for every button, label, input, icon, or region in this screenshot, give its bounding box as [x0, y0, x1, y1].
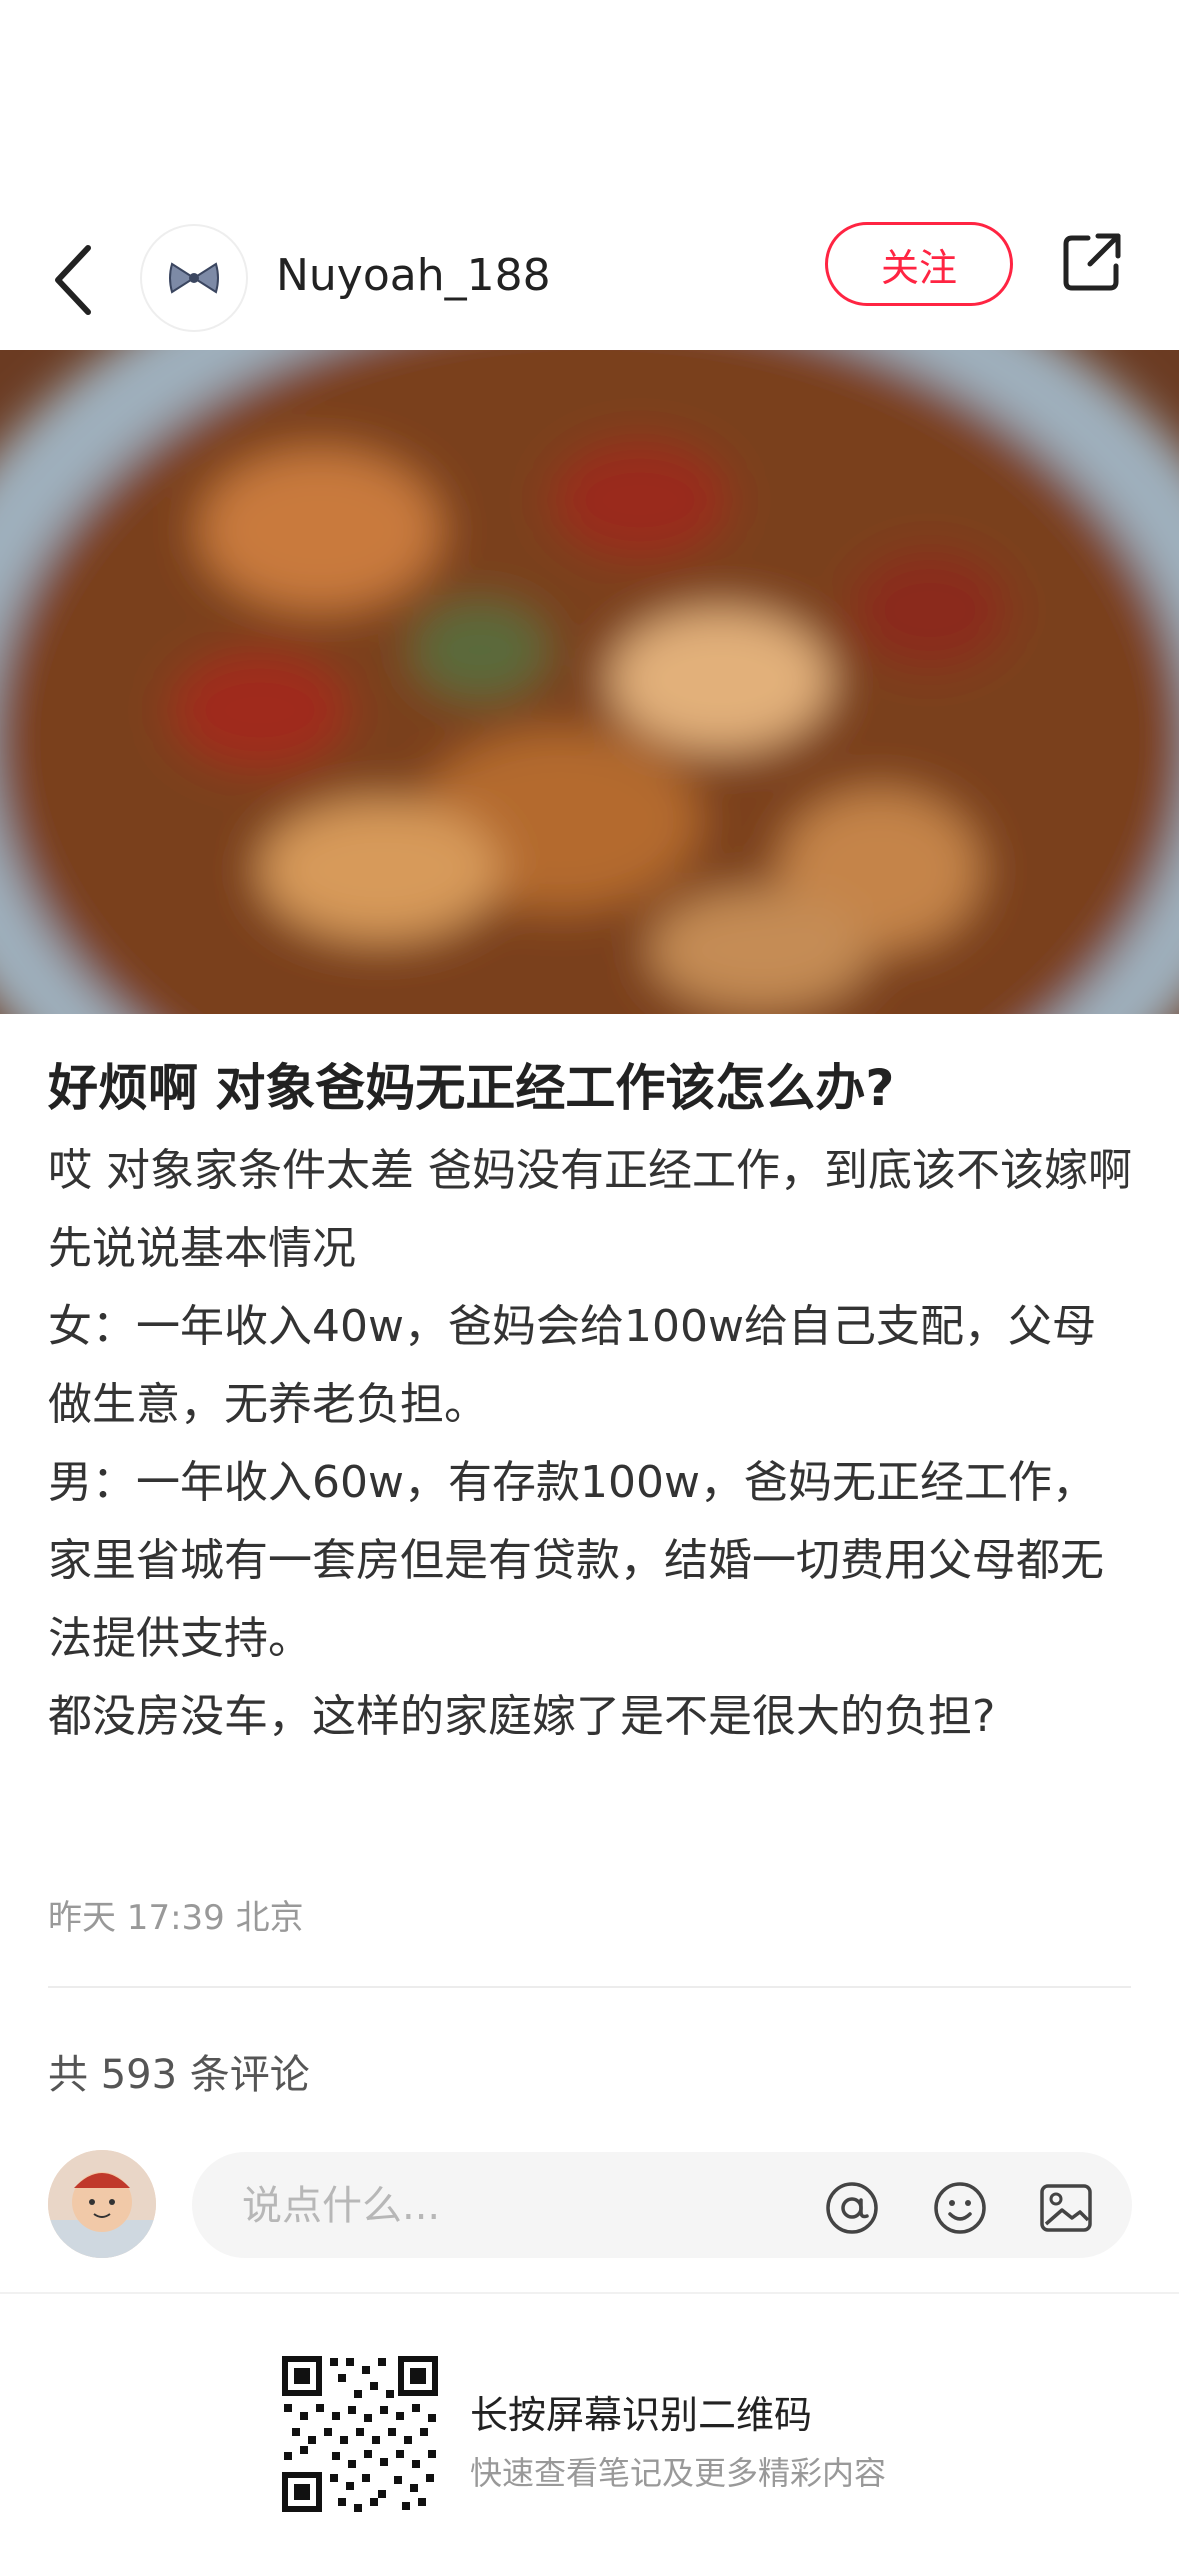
back-arrow-icon[interactable]: [48, 240, 100, 320]
post-image[interactable]: [0, 350, 1179, 1014]
content-line: 女：一年收入40w，爸妈会给100w给自己支配，父母做生意，无养老负担。: [48, 1301, 1096, 1430]
content-line: 先说说基本情况: [48, 1223, 356, 1274]
follow-button[interactable]: 关注: [825, 222, 1013, 306]
bow-icon: [169, 262, 219, 294]
divider: [48, 1986, 1131, 1988]
qr-code-image[interactable]: [278, 2352, 442, 2516]
baby-avatar-image: [48, 2150, 156, 2258]
divider: [0, 2292, 1179, 2294]
content-line: 男：一年收入60w，有存款100w，爸妈无正经工作，家里省城有一套房但是有贷款，…: [48, 1457, 1104, 1664]
qr-hint-main: 长按屏幕识别二维码: [470, 2393, 813, 2437]
emoji-icon[interactable]: [932, 2180, 988, 2236]
share-icon[interactable]: [1060, 230, 1124, 294]
author-avatar[interactable]: [140, 224, 248, 332]
content-line: 哎 对象家条件太差 爸妈没有正经工作，到底该不该嫁啊: [48, 1145, 1132, 1196]
post-title: 好烦啊 对象爸妈无正经工作该怎么办?: [48, 1059, 895, 1117]
user-avatar[interactable]: [48, 2150, 156, 2258]
comment-input[interactable]: [240, 2178, 804, 2234]
comment-count: 共 593 条评论: [48, 2052, 310, 2098]
post-header: Nuyoah_188 关注: [0, 210, 1179, 350]
post-content: 哎 对象家条件太差 爸妈没有正经工作，到底该不该嫁啊 先说说基本情况 女：一年收…: [48, 1132, 1138, 1756]
post-meta: 昨天 17:39 北京: [48, 1898, 304, 1938]
qr-hint-sub: 快速查看笔记及更多精彩内容: [470, 2454, 887, 2492]
at-mention-icon[interactable]: [824, 2180, 880, 2236]
image-icon[interactable]: [1038, 2180, 1094, 2236]
content-line: 都没房没车，这样的家庭嫁了是不是很大的负担?: [48, 1691, 996, 1742]
comment-input-bar[interactable]: [192, 2152, 1132, 2258]
author-name[interactable]: Nuyoah_188: [276, 250, 551, 301]
